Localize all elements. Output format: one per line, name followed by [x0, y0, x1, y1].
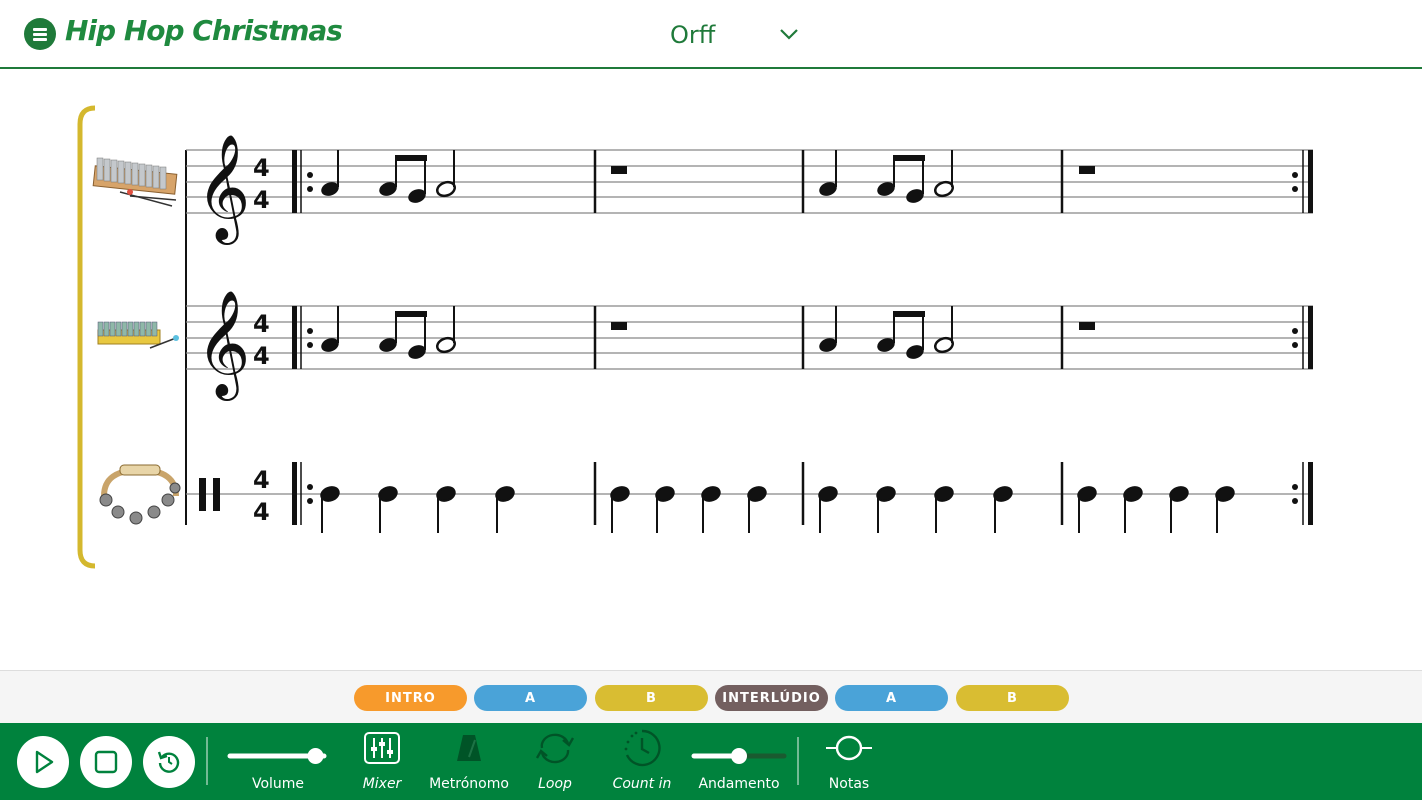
- mixer-button[interactable]: Mixer: [352, 731, 412, 795]
- play-icon: [35, 750, 54, 774]
- section-parts-bar: INTRO A B INTERLÚDIO A B: [0, 670, 1422, 723]
- restart-button[interactable]: [143, 736, 195, 788]
- sleigh-bells-icon: [99, 464, 181, 525]
- part-b-button[interactable]: B: [595, 685, 708, 711]
- notes-button[interactable]: Notas: [820, 731, 878, 795]
- treble-clef: 𝄞: [196, 289, 250, 401]
- count-in-label: Count in: [612, 776, 672, 792]
- chevron-down-icon: [780, 29, 798, 40]
- app-header: Hip Hop Christmas Orff: [0, 0, 1422, 69]
- volume-slider[interactable]: [226, 741, 330, 771]
- notes-icon: [826, 735, 872, 761]
- tempo-label: Andamento: [698, 776, 780, 792]
- arrangement-select[interactable]: Orff: [670, 18, 798, 52]
- part-a-button[interactable]: A: [474, 685, 587, 711]
- part-interludio-button[interactable]: INTERLÚDIO: [715, 685, 828, 711]
- staff-sleigh-bells: 4 4: [99, 462, 1313, 533]
- treble-clef: 𝄞: [196, 133, 250, 245]
- metronome-button[interactable]: Metrónomo: [428, 731, 510, 795]
- volume-label: Volume: [251, 776, 305, 792]
- metronome-label: Metrónomo: [429, 776, 509, 792]
- part-b-2-button[interactable]: B: [956, 685, 1069, 711]
- tempo-slider[interactable]: [690, 741, 788, 771]
- part-intro-button[interactable]: INTRO: [354, 685, 467, 711]
- notes-label: Notas: [828, 776, 870, 792]
- loop-button[interactable]: Loop: [527, 731, 583, 795]
- play-button[interactable]: [17, 736, 69, 788]
- count-in-button[interactable]: Count in: [609, 729, 675, 795]
- xylophone-icon: [97, 321, 179, 349]
- score-svg: 𝄞 4 4 𝄞 4 4 4 4: [77, 105, 1313, 569]
- song-title: Hip Hop Christmas: [65, 14, 343, 47]
- hamburger-menu-icon[interactable]: [24, 18, 56, 50]
- percussion-clef: [199, 478, 206, 511]
- loop-label: Loop: [538, 776, 572, 792]
- player-toolbar: Volume Mixer Metrónomo Loop Count in And…: [0, 723, 1422, 800]
- mixer-icon: [364, 732, 400, 764]
- svg-text:4: 4: [253, 186, 270, 214]
- staff-glockenspiel: 𝄞 4 4: [92, 133, 1313, 245]
- svg-text:4: 4: [253, 342, 270, 370]
- system-bracket: [77, 105, 96, 569]
- restart-icon: [157, 751, 180, 773]
- svg-text:4: 4: [253, 154, 270, 182]
- stop-button[interactable]: [80, 736, 132, 788]
- metronome-icon: [457, 735, 481, 761]
- stop-icon: [94, 750, 118, 774]
- tempo-control[interactable]: Andamento: [690, 731, 788, 795]
- glockenspiel-icon: [92, 157, 178, 207]
- mixer-label: Mixer: [362, 776, 402, 792]
- svg-text:4: 4: [253, 466, 270, 494]
- svg-text:4: 4: [253, 498, 270, 526]
- count-in-clock-icon: [624, 729, 661, 767]
- svg-text:4: 4: [253, 310, 270, 338]
- staff-xylophone: 𝄞 4 4: [97, 289, 1313, 401]
- volume-control[interactable]: Volume: [226, 731, 330, 795]
- arrangement-label: Orff: [670, 21, 716, 49]
- part-a-2-button[interactable]: A: [835, 685, 948, 711]
- score-area: 𝄞 4 4 𝄞 4 4 4 4: [0, 70, 1422, 668]
- loop-icon: [535, 733, 575, 764]
